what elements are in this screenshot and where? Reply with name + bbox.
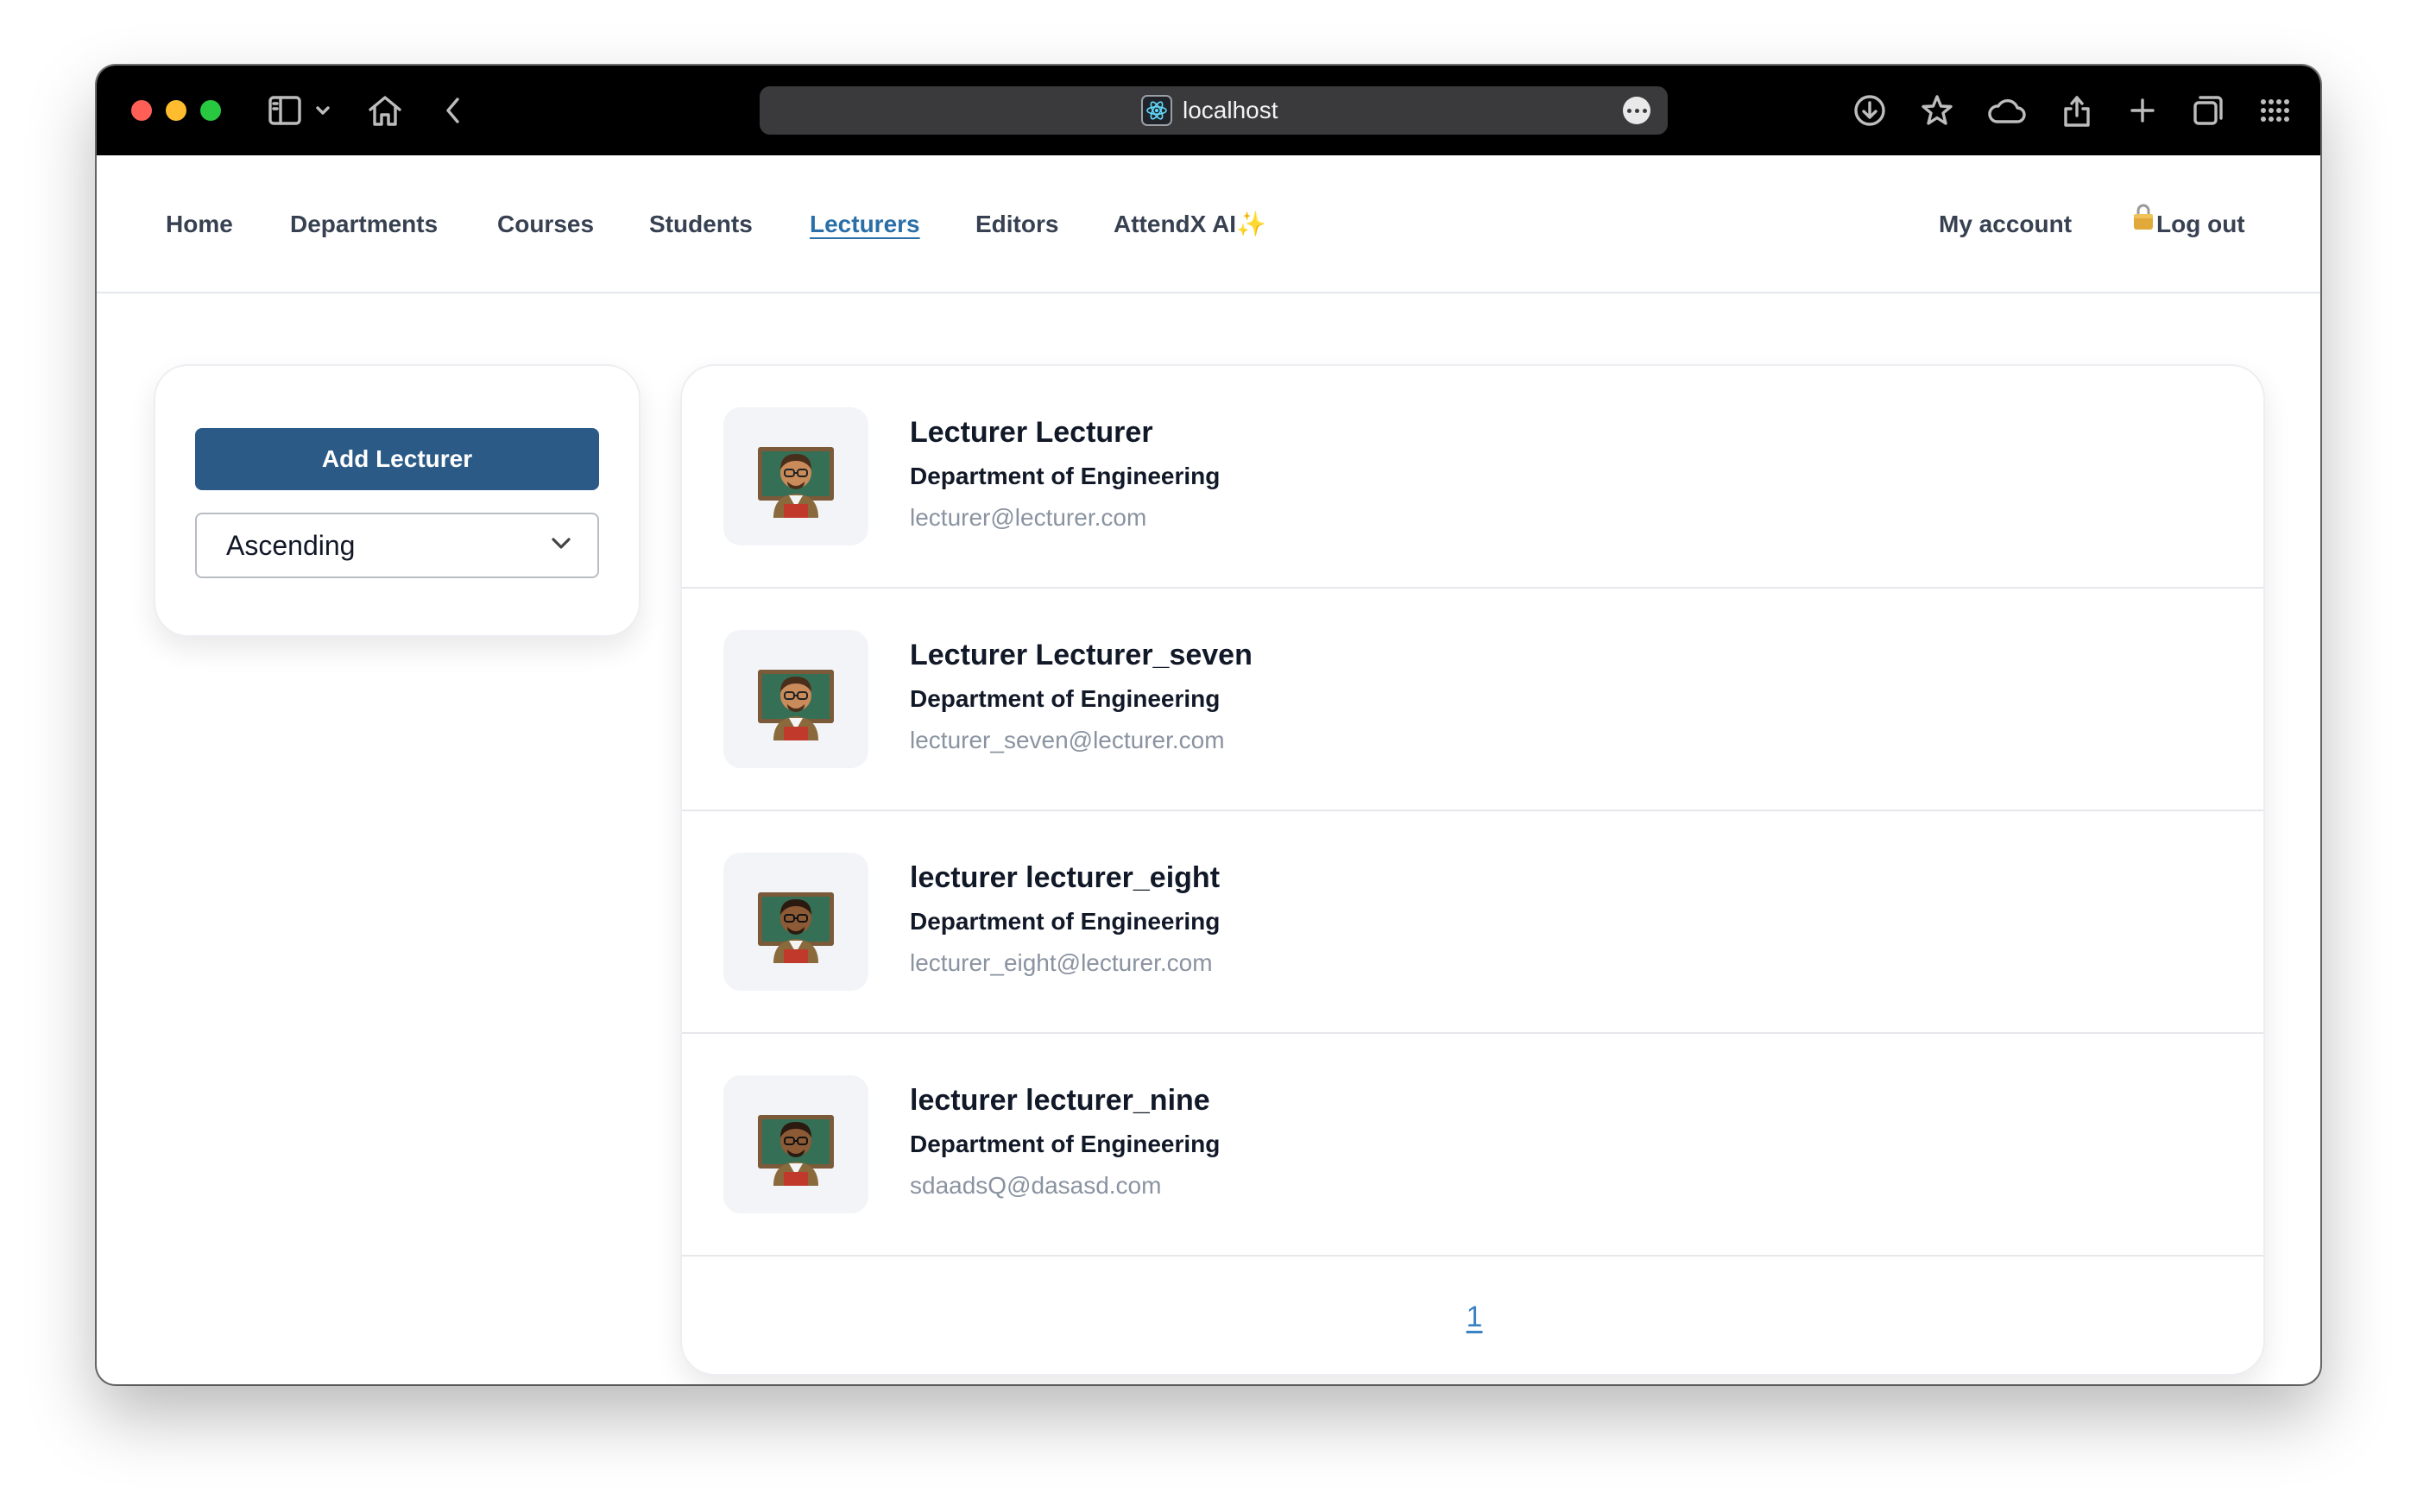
sidebar-toggle-icon[interactable] [266, 91, 304, 129]
grid-apps-icon[interactable] [2256, 91, 2294, 129]
lecturer-department: Department of Engineering [910, 908, 1221, 935]
sort-order-value: Ascending [226, 530, 356, 561]
pagination: 1 [682, 1257, 2263, 1374]
nav-link-attendx-ai[interactable]: AttendX AI✨ [1114, 155, 1266, 293]
sparkles-icon: ✨ [1236, 211, 1266, 237]
logout-label: Log out [2156, 211, 2245, 237]
nav-link-students[interactable]: Students [649, 155, 753, 293]
main-navbar: Home Departments Courses Students Lectur… [97, 155, 2320, 293]
lecturer-row[interactable]: lecturer lecturer_nine Department of Eng… [682, 1034, 2263, 1257]
more-options-icon[interactable] [1623, 97, 1650, 124]
avatar [723, 407, 868, 545]
lecturer-row[interactable]: lecturer lecturer_eight Department of En… [682, 811, 2263, 1034]
lecturer-list-card: Lecturer Lecturer Department of Engineer… [680, 364, 2265, 1376]
nav-link-departments[interactable]: Departments [290, 155, 438, 293]
lecturer-department: Department of Engineering [910, 1131, 1221, 1157]
lecturer-row[interactable]: Lecturer Lecturer Department of Engineer… [682, 366, 2263, 589]
add-lecturer-button[interactable]: Add Lecturer [195, 428, 599, 490]
bookmark-star-icon[interactable] [1918, 91, 1956, 129]
lecturer-name: lecturer lecturer_eight [910, 861, 1221, 894]
zoom-window-button[interactable] [200, 100, 221, 121]
lecturer-email: lecturer_eight@lecturer.com [910, 949, 1213, 976]
nav-link-lecturers[interactable]: Lecturers [810, 155, 920, 293]
new-tab-plus-icon[interactable] [2125, 91, 2160, 129]
close-window-button[interactable] [131, 100, 152, 121]
nav-link-home[interactable]: Home [166, 155, 233, 293]
browser-window: localhost Home Departments Courses Stude… [97, 66, 2320, 1384]
back-icon[interactable] [440, 91, 466, 129]
teacher-emoji-icon [758, 670, 834, 740]
sort-order-select[interactable]: Ascending [195, 513, 599, 578]
nav-link-courses[interactable]: Courses [497, 155, 594, 293]
teacher-emoji-icon [758, 892, 834, 963]
teacher-emoji-icon [758, 447, 834, 518]
react-favicon-icon [1141, 95, 1172, 126]
lecturer-email: sdaadsQ@dasasd.com [910, 1172, 1162, 1199]
share-icon[interactable] [2060, 91, 2094, 129]
my-account-link[interactable]: My account [1939, 155, 2072, 293]
minimize-window-button[interactable] [166, 100, 186, 121]
logout-link[interactable]: Log out [2132, 155, 2245, 293]
chevron-down-icon [549, 535, 573, 557]
lecturer-row[interactable]: Lecturer Lecturer_seven Department of En… [682, 589, 2263, 811]
nav-link-editors[interactable]: Editors [975, 155, 1058, 293]
lock-icon [2132, 154, 2155, 293]
lecturer-department: Department of Engineering [910, 463, 1221, 489]
browser-toolbar: localhost [97, 66, 2320, 155]
controls-card: Add Lecturer Ascending [154, 364, 641, 637]
home-icon[interactable] [366, 91, 404, 129]
url-text: localhost [1183, 97, 1278, 123]
lecturer-name: Lecturer Lecturer_seven [910, 639, 1253, 671]
lecturer-email: lecturer_seven@lecturer.com [910, 727, 1225, 753]
avatar [723, 853, 868, 991]
avatar [723, 1075, 868, 1213]
lecturer-name: lecturer lecturer_nine [910, 1084, 1210, 1117]
teacher-emoji-icon [758, 1115, 834, 1186]
cloud-icon[interactable] [1985, 91, 2027, 129]
download-icon[interactable] [1851, 91, 1889, 129]
nav-link-attendx-ai-label: AttendX AI [1114, 211, 1237, 237]
tab-overview-icon[interactable] [2189, 91, 2227, 129]
chevron-down-icon[interactable] [312, 91, 333, 129]
lecturer-email: lecturer@lecturer.com [910, 504, 1147, 531]
avatar [723, 630, 868, 768]
lecturer-name: Lecturer Lecturer [910, 416, 1153, 449]
lecturer-department: Department of Engineering [910, 685, 1221, 712]
address-bar[interactable]: localhost [760, 86, 1668, 135]
page-link-1[interactable]: 1 [1467, 1301, 1483, 1333]
